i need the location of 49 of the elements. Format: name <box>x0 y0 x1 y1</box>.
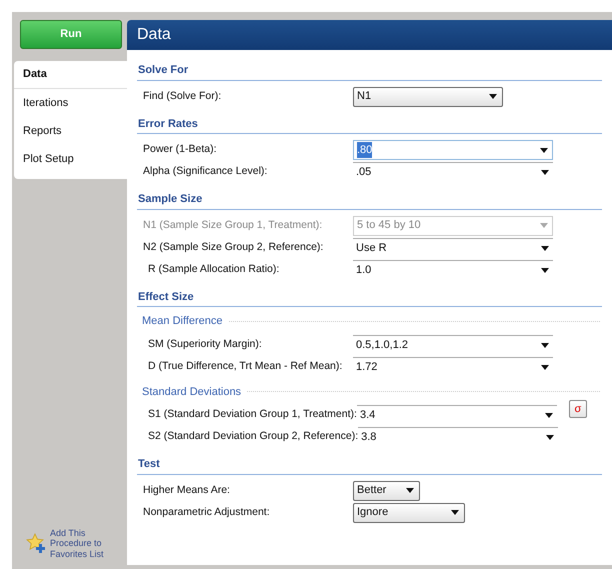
field-label: Find (Solve For): <box>143 88 222 104</box>
dropdown-arrow-icon <box>540 148 548 152</box>
sigma-button[interactable]: σ <box>568 400 587 418</box>
dropdown[interactable]: Better <box>353 480 420 500</box>
dropdown-arrow-icon <box>489 94 497 99</box>
dropdown[interactable]: Ignore <box>353 502 465 522</box>
group-heading: Standard Deviations <box>142 384 242 400</box>
combo-field[interactable]: 1.72 <box>353 356 553 376</box>
field-label: R (Sample Allocation Ratio): <box>148 262 280 277</box>
field-label: Nonparametric Adjustment: <box>143 504 271 520</box>
group-heading: Mean Difference <box>142 314 223 329</box>
section-heading: Effect Size <box>137 280 602 307</box>
field-label: Higher Means Are: <box>143 482 231 498</box>
field-label: N1 (Sample Size Group 1, Treatment): <box>143 218 324 233</box>
combo-field[interactable]: 3.4 <box>356 405 557 425</box>
star-plus-icon <box>26 533 46 554</box>
dropdown-arrow-icon <box>541 170 549 175</box>
section-heading: Error Rates <box>137 108 602 134</box>
combo-field[interactable]: Use R <box>353 238 553 258</box>
dropdown-arrow-icon <box>451 510 459 515</box>
field-label: S2 (Standard Deviation Group 2, Reference): <box>148 429 358 444</box>
dropdown-arrow-icon <box>546 435 554 440</box>
combo-field[interactable]: .05 <box>353 162 553 182</box>
dropdown-arrow-icon <box>406 488 414 493</box>
dropdown-arrow-icon <box>541 246 549 250</box>
tab[interactable]: Reports <box>14 117 127 145</box>
dropdown-arrow-icon <box>541 342 549 348</box>
field-label: Alpha (Significance Level): <box>143 164 268 180</box>
tab[interactable]: Iterations <box>14 89 127 117</box>
tab[interactable]: Plot Setup <box>14 145 127 173</box>
add-favorites-link[interactable]: Add This Procedure to Favorites List <box>50 528 120 559</box>
field-label: Power (1-Beta): <box>143 142 218 158</box>
section-heading: Sample Size <box>137 183 602 210</box>
combo-field[interactable]: .80 <box>353 140 553 160</box>
combo-field[interactable]: 1.0 <box>353 260 553 280</box>
field-label: N2 (Sample Size Group 2, Reference): <box>143 240 324 255</box>
combo-field[interactable]: 0.5,1.0,1.2 <box>353 334 553 354</box>
field-label: S1 (Standard Deviation Group 1, Treatment): <box>148 407 357 422</box>
section-heading: Test <box>137 448 602 474</box>
dropdown-arrow-icon <box>544 413 553 418</box>
dropdown-arrow-icon <box>541 268 549 272</box>
field-label: D (True Difference, Trt Mean - Ref Mean): <box>148 358 344 374</box>
combo-field[interactable]: 3.8 <box>358 427 558 447</box>
section-heading: Solve For <box>137 54 602 80</box>
panel-title: Data <box>127 20 612 50</box>
dropdown-arrow-icon <box>541 364 549 370</box>
dropdown-arrow-icon <box>540 223 548 228</box>
field-label: SM (Superiority Margin): <box>148 336 263 352</box>
dropdown[interactable]: N1 <box>353 86 503 106</box>
